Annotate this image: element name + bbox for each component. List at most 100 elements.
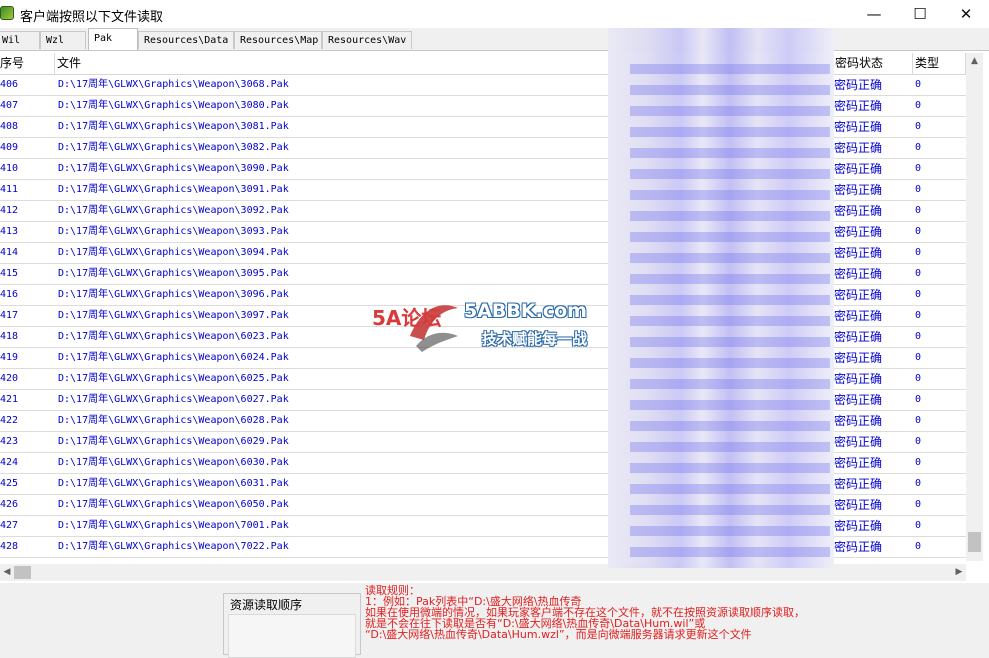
redaction-stripe: [630, 400, 830, 410]
redaction-stripe: [630, 442, 830, 452]
redaction-stripe: [630, 190, 830, 200]
tab-resources-wav[interactable]: Resources\Wav: [322, 31, 412, 49]
maximize-button[interactable]: ☐: [897, 0, 943, 28]
horizontal-scroll-thumb[interactable]: [14, 566, 31, 579]
row-file-cell: D:\17周年\GLWX\Graphics\Weapon\6031.Pak: [58, 478, 289, 489]
row-status-cell: 密码正确: [834, 99, 883, 113]
row-status-cell: 密码正确: [834, 162, 883, 176]
row-type-cell: 0: [915, 520, 922, 531]
row-type-cell: 0: [915, 394, 922, 405]
row-file-cell: D:\17周年\GLWX\Graphics\Weapon\3092.Pak: [58, 205, 289, 216]
row-type-cell: 0: [915, 457, 922, 468]
tab-pak[interactable]: Pak: [88, 28, 138, 50]
row-type-cell: 0: [915, 184, 922, 195]
resource-order-list[interactable]: [228, 614, 356, 658]
row-type-cell: 0: [915, 331, 922, 342]
row-type-cell: 0: [915, 415, 922, 426]
row-type-cell: 0: [915, 310, 922, 321]
row-status-cell: 密码正确: [834, 519, 883, 533]
row-file-cell: D:\17周年\GLWX\Graphics\Weapon\6025.Pak: [58, 373, 289, 384]
row-file-cell: D:\17周年\GLWX\Graphics\Weapon\3090.Pak: [58, 163, 289, 174]
row-status-cell: 密码正确: [834, 498, 883, 512]
row-status-cell: 密码正确: [834, 225, 883, 239]
row-file-cell: D:\17周年\GLWX\Graphics\Weapon\3091.Pak: [58, 184, 289, 195]
row-status-cell: 密码正确: [834, 414, 883, 428]
row-file-cell: D:\17周年\GLWX\Graphics\Weapon\6030.Pak: [58, 457, 289, 468]
redaction-stripe: [630, 547, 830, 557]
tab-wil[interactable]: Wil: [0, 31, 40, 49]
row-index-cell: 413: [0, 226, 19, 237]
close-button[interactable]: ✕: [943, 0, 989, 28]
row-type-cell: 0: [915, 121, 922, 132]
row-file-cell: D:\17周年\GLWX\Graphics\Weapon\3081.Pak: [58, 121, 289, 132]
row-status-cell: 密码正确: [834, 246, 883, 260]
resource-order-group: 资源读取顺序: [223, 593, 361, 658]
watermark-slogan: 技术赋能每一战: [482, 330, 588, 348]
row-type-cell: 0: [915, 79, 922, 90]
row-status-cell: 密码正确: [834, 456, 883, 470]
row-type-cell: 0: [915, 373, 922, 384]
row-index-cell: 420: [0, 373, 19, 384]
read-rules-text: 读取规则： 1：例如：Pak列表中“D:\盛大网络\热血传奇 如果在使用微端的情…: [365, 585, 985, 640]
row-file-cell: D:\17周年\GLWX\Graphics\Weapon\3082.Pak: [58, 142, 289, 153]
row-type-cell: 0: [915, 436, 922, 447]
row-index-cell: 428: [0, 541, 19, 552]
row-type-cell: 0: [915, 142, 922, 153]
row-type-cell: 0: [915, 205, 922, 216]
redaction-stripe: [630, 379, 830, 389]
minimize-button[interactable]: —: [851, 0, 897, 28]
row-index-cell: 407: [0, 100, 19, 111]
row-index-cell: 419: [0, 352, 19, 363]
column-header-index[interactable]: 序号: [0, 53, 55, 74]
row-status-cell: 密码正确: [834, 372, 883, 386]
row-index-cell: 424: [0, 457, 19, 468]
row-status-cell: 密码正确: [834, 78, 883, 92]
row-type-cell: 0: [915, 100, 922, 111]
redaction-stripe: [630, 232, 830, 242]
row-file-cell: D:\17周年\GLWX\Graphics\Weapon\7022.Pak: [58, 541, 289, 552]
row-file-cell: D:\17周年\GLWX\Graphics\Weapon\7001.Pak: [58, 520, 289, 531]
row-status-cell: 密码正确: [834, 477, 883, 491]
row-type-cell: 0: [915, 541, 922, 552]
tab-resources-map[interactable]: Resources\Map: [234, 31, 322, 49]
row-type-cell: 0: [915, 163, 922, 174]
row-status-cell: 密码正确: [834, 393, 883, 407]
row-file-cell: D:\17周年\GLWX\Graphics\Weapon\6029.Pak: [58, 436, 289, 447]
row-status-cell: 密码正确: [834, 204, 883, 218]
row-index-cell: 406: [0, 79, 19, 90]
row-index-cell: 418: [0, 331, 19, 342]
row-status-cell: 密码正确: [834, 288, 883, 302]
scroll-right-arrow-icon[interactable]: ▶: [952, 564, 966, 581]
row-index-cell: 421: [0, 394, 19, 405]
row-file-cell: D:\17周年\GLWX\Graphics\Weapon\3080.Pak: [58, 100, 289, 111]
forum-watermark: 5A论坛 5ABBK.com 技术赋能每一战: [372, 296, 612, 356]
resource-order-label: 资源读取顺序: [230, 598, 303, 612]
redaction-stripe: [630, 127, 830, 137]
title-bar: 客户端按照以下文件读取 — ☐ ✕: [0, 0, 989, 28]
redaction-stripe: [630, 274, 830, 284]
watermark-logo: 5A论坛: [372, 306, 442, 330]
row-index-cell: 412: [0, 205, 19, 216]
redaction-stripe: [630, 169, 830, 179]
scroll-left-arrow-icon[interactable]: ◀: [0, 564, 14, 581]
tab-resources-data[interactable]: Resources\Data: [138, 31, 234, 49]
vertical-scrollbar[interactable]: ▲: [966, 53, 983, 561]
row-index-cell: 409: [0, 142, 19, 153]
redaction-stripe: [630, 316, 830, 326]
row-type-cell: 0: [915, 226, 922, 237]
row-status-cell: 密码正确: [834, 540, 883, 554]
vertical-scroll-thumb[interactable]: [968, 532, 981, 552]
row-file-cell: D:\17周年\GLWX\Graphics\Weapon\3068.Pak: [58, 79, 289, 90]
row-index-cell: 426: [0, 499, 19, 510]
column-header-password-status[interactable]: 密码状态: [833, 53, 913, 74]
scroll-up-arrow-icon[interactable]: ▲: [966, 53, 983, 70]
redaction-stripe: [630, 85, 830, 95]
row-status-cell: 密码正确: [834, 351, 883, 365]
row-file-cell: D:\17周年\GLWX\Graphics\Weapon\6028.Pak: [58, 415, 289, 426]
row-file-cell: D:\17周年\GLWX\Graphics\Weapon\3094.Pak: [58, 247, 289, 258]
row-status-cell: 密码正确: [834, 120, 883, 134]
row-index-cell: 423: [0, 436, 19, 447]
tab-wzl[interactable]: Wzl: [40, 31, 86, 49]
column-header-type[interactable]: 类型: [913, 53, 966, 74]
row-index-cell: 410: [0, 163, 19, 174]
